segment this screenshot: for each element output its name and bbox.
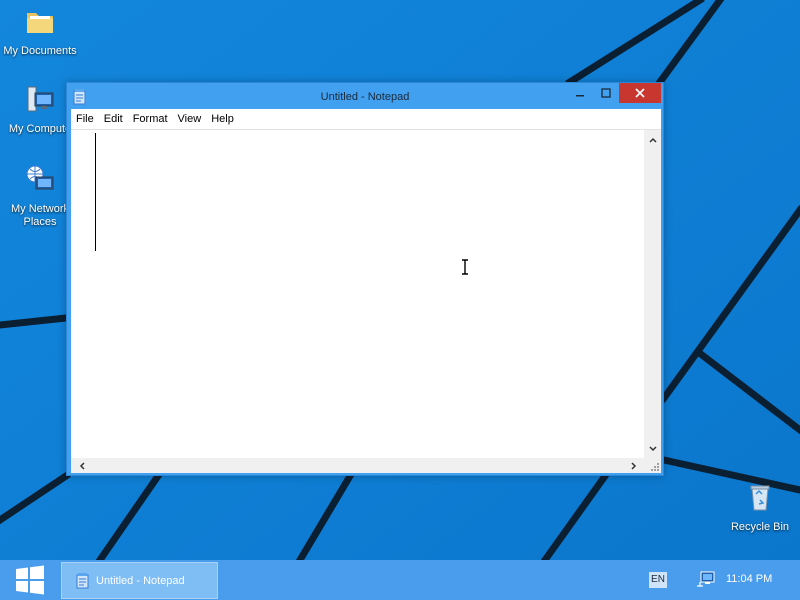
network-status-icon[interactable]: [696, 570, 716, 588]
taskbar-button-label: Untitled - Notepad: [96, 574, 185, 587]
resize-grip-icon: [651, 463, 659, 471]
scroll-left-button[interactable]: [73, 458, 90, 473]
text-editor[interactable]: [71, 130, 644, 458]
minimize-button[interactable]: [567, 83, 593, 103]
desktop-icon-my-documents[interactable]: My Documents: [2, 6, 78, 58]
chevron-down-icon: [648, 445, 657, 451]
computer-icon: [27, 86, 54, 112]
scroll-down-button[interactable]: [644, 441, 661, 456]
folder-icon: [27, 13, 53, 33]
menu-edit[interactable]: Edit: [99, 109, 128, 130]
menu-help[interactable]: Help: [206, 109, 239, 130]
menu-file[interactable]: File: [71, 109, 99, 130]
notepad-window: Untitled - Notepad File Edit Format View…: [66, 82, 664, 476]
maximize-button[interactable]: [593, 83, 619, 103]
resize-grip[interactable]: [644, 458, 661, 473]
close-button[interactable]: [619, 83, 661, 103]
network-icon: [26, 165, 54, 190]
desktop-icon-label: My Documents: [3, 45, 77, 57]
recycle-bin-icon: [750, 485, 770, 511]
menu-view[interactable]: View: [173, 109, 207, 130]
notepad-icon: [76, 572, 89, 588]
language-indicator[interactable]: EN: [649, 572, 667, 588]
start-button[interactable]: [0, 560, 60, 600]
menu-bar: File Edit Format View Help: [71, 109, 661, 130]
chevron-left-icon: [79, 461, 85, 470]
chevron-up-icon: [648, 137, 657, 143]
taskbar-clock[interactable]: 11:04 PM: [726, 573, 772, 585]
close-icon: [635, 88, 645, 98]
menu-format[interactable]: Format: [128, 109, 173, 130]
minimize-icon: [576, 95, 584, 97]
horizontal-scrollbar[interactable]: [71, 458, 644, 473]
ibeam-cursor-icon: [462, 259, 468, 275]
taskbar-button-notepad[interactable]: Untitled - Notepad: [61, 562, 218, 599]
maximize-icon: [601, 88, 611, 98]
text-caret: [95, 133, 96, 251]
windows-logo-icon: [16, 565, 44, 595]
taskbar: Untitled - Notepad: [0, 560, 800, 600]
chevron-right-icon: [630, 461, 636, 470]
vertical-scrollbar[interactable]: [644, 130, 661, 458]
desktop-icon-label: Recycle Bin: [730, 521, 790, 533]
scroll-right-button[interactable]: [625, 458, 642, 473]
title-bar[interactable]: Untitled - Notepad: [67, 83, 663, 109]
desktop-icon-recycle-bin[interactable]: Recycle Bin: [722, 482, 798, 534]
scroll-up-button[interactable]: [644, 132, 661, 147]
